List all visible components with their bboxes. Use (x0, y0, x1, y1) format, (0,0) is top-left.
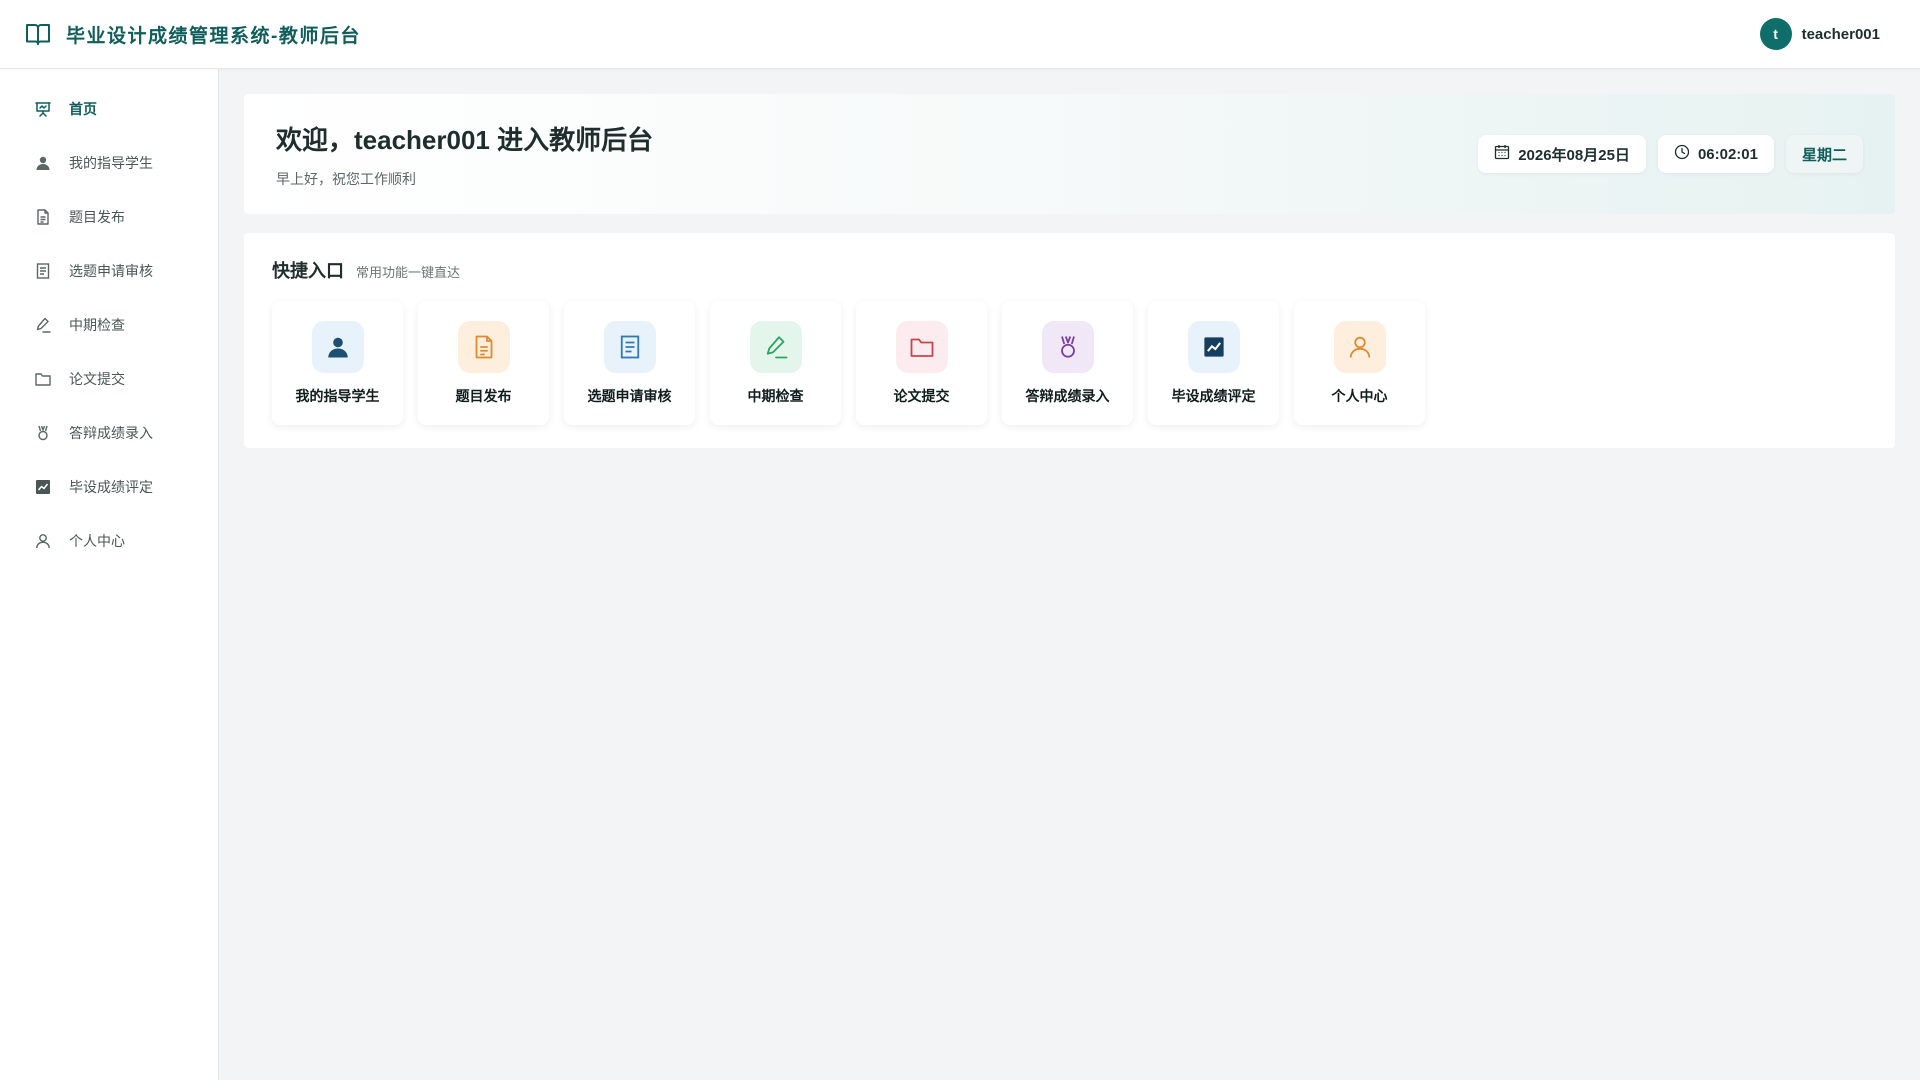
date-text: 2026年08月25日 (1518, 146, 1630, 164)
document-icon (34, 208, 52, 226)
time-text: 06:02:01 (1697, 145, 1758, 163)
sidebar-item-grade-evaluation[interactable]: 毕设成绩评定 (0, 460, 218, 514)
sidebar-item-midterm-check[interactable]: 中期检查 (0, 298, 218, 352)
document-icon (457, 321, 510, 373)
quick-card-label: 题目发布 (455, 388, 512, 404)
welcome-subtitle: 早上好，祝您工作顺利 (276, 170, 416, 187)
sidebar-item-thesis-submit[interactable]: 论文提交 (0, 352, 218, 406)
avatar[interactable]: t (1759, 18, 1792, 50)
welcome-text: 欢迎，teacher001 进入教师后台 早上好，祝您工作顺利 (276, 120, 653, 189)
brand: 毕业设计成绩管理系统-教师后台 (24, 20, 361, 48)
sidebar-item-profile[interactable]: 个人中心 (0, 514, 218, 568)
clock-icon (1674, 144, 1690, 164)
quick-card-profile[interactable]: 个人中心 (1294, 301, 1425, 425)
user-outline-icon (1333, 321, 1386, 373)
welcome-banner: 欢迎，teacher001 进入教师后台 早上好，祝您工作顺利 2026年08月… (244, 94, 1895, 214)
quick-card-label: 论文提交 (893, 388, 950, 404)
quick-card-defense-score[interactable]: 答辩成绩录入 (1002, 301, 1133, 425)
quick-card-label: 答辩成绩录入 (1025, 388, 1110, 404)
quick-access-panel: 快捷入口 常用功能一键直达 我的指导学生 题目发布 选题申请审核 中期检查 论文… (244, 233, 1895, 448)
quick-access-subtitle: 常用功能一键直达 (356, 265, 461, 280)
sidebar-item-label: 我的指导学生 (69, 155, 153, 171)
sidebar-item-topic-publish[interactable]: 题目发布 (0, 190, 218, 244)
medal-icon (34, 424, 52, 442)
quick-card-label: 个人中心 (1331, 388, 1388, 404)
user-filled-icon (311, 321, 364, 373)
sidebar-item-home[interactable]: 首页 (0, 82, 218, 136)
quick-access-header: 快捷入口 常用功能一键直达 (272, 257, 1867, 283)
welcome-title: 欢迎，teacher001 进入教师后台 (276, 124, 654, 155)
sidebar-item-label: 论文提交 (69, 371, 125, 387)
datetime-chips: 2026年08月25日 06:02:01 星期二 (1478, 135, 1863, 173)
document-lines-icon (34, 262, 52, 280)
quick-card-label: 选题申请审核 (587, 388, 672, 404)
presentation-icon (34, 100, 52, 118)
quick-access-cards: 我的指导学生 题目发布 选题申请审核 中期检查 论文提交 答辩成绩录入 毕设成绩… (272, 301, 1867, 425)
user-outline-icon (34, 532, 52, 550)
quick-access-title: 快捷入口 (272, 261, 344, 281)
user-menu[interactable]: t teacher001 (1759, 18, 1880, 50)
pen-icon (749, 321, 802, 373)
app-title: 毕业设计成绩管理系统-教师后台 (66, 25, 361, 47)
weekday-chip: 星期二 (1785, 135, 1863, 173)
quick-card-label: 毕设成绩评定 (1171, 388, 1256, 404)
date-chip: 2026年08月25日 (1478, 135, 1646, 173)
quick-card-topic-publish[interactable]: 题目发布 (418, 301, 549, 425)
weekday-text: 星期二 (1801, 146, 1847, 164)
sidebar-item-topic-review[interactable]: 选题申请审核 (0, 244, 218, 298)
sidebar-item-label: 选题申请审核 (69, 263, 153, 279)
medal-icon (1041, 321, 1094, 373)
book-open-icon (24, 20, 52, 48)
top-header: 毕业设计成绩管理系统-教师后台 t teacher001 (0, 0, 1920, 69)
quick-card-my-students[interactable]: 我的指导学生 (272, 301, 403, 425)
sidebar-item-label: 个人中心 (69, 533, 125, 549)
calendar-icon (1494, 144, 1510, 164)
quick-card-thesis-submit[interactable]: 论文提交 (856, 301, 987, 425)
sidebar-item-label: 首页 (69, 101, 97, 117)
sidebar-item-label: 毕设成绩评定 (69, 479, 153, 495)
quick-card-grade-evaluation[interactable]: 毕设成绩评定 (1148, 301, 1279, 425)
quick-card-label: 我的指导学生 (295, 388, 380, 404)
time-chip: 06:02:01 (1657, 135, 1774, 173)
quick-card-topic-review[interactable]: 选题申请审核 (564, 301, 695, 425)
document-lines-icon (603, 321, 656, 373)
sidebar-item-label: 中期检查 (69, 317, 125, 333)
chart-icon (34, 478, 52, 496)
folder-icon (895, 321, 948, 373)
sidebar-item-my-students[interactable]: 我的指导学生 (0, 136, 218, 190)
folder-icon (34, 370, 52, 388)
quick-card-midterm-check[interactable]: 中期检查 (710, 301, 841, 425)
chart-icon (1187, 321, 1240, 373)
sidebar: 首页 我的指导学生 题目发布 选题申请审核 中期检查 论文提交 答辩成绩录入 毕… (0, 69, 219, 1080)
user-filled-icon (34, 154, 52, 172)
sidebar-item-label: 答辩成绩录入 (69, 425, 153, 441)
username[interactable]: teacher001 (1802, 26, 1880, 43)
quick-card-label: 中期检查 (747, 388, 804, 404)
sidebar-item-label: 题目发布 (69, 209, 125, 225)
sidebar-item-defense-score[interactable]: 答辩成绩录入 (0, 406, 218, 460)
pen-icon (34, 316, 52, 334)
